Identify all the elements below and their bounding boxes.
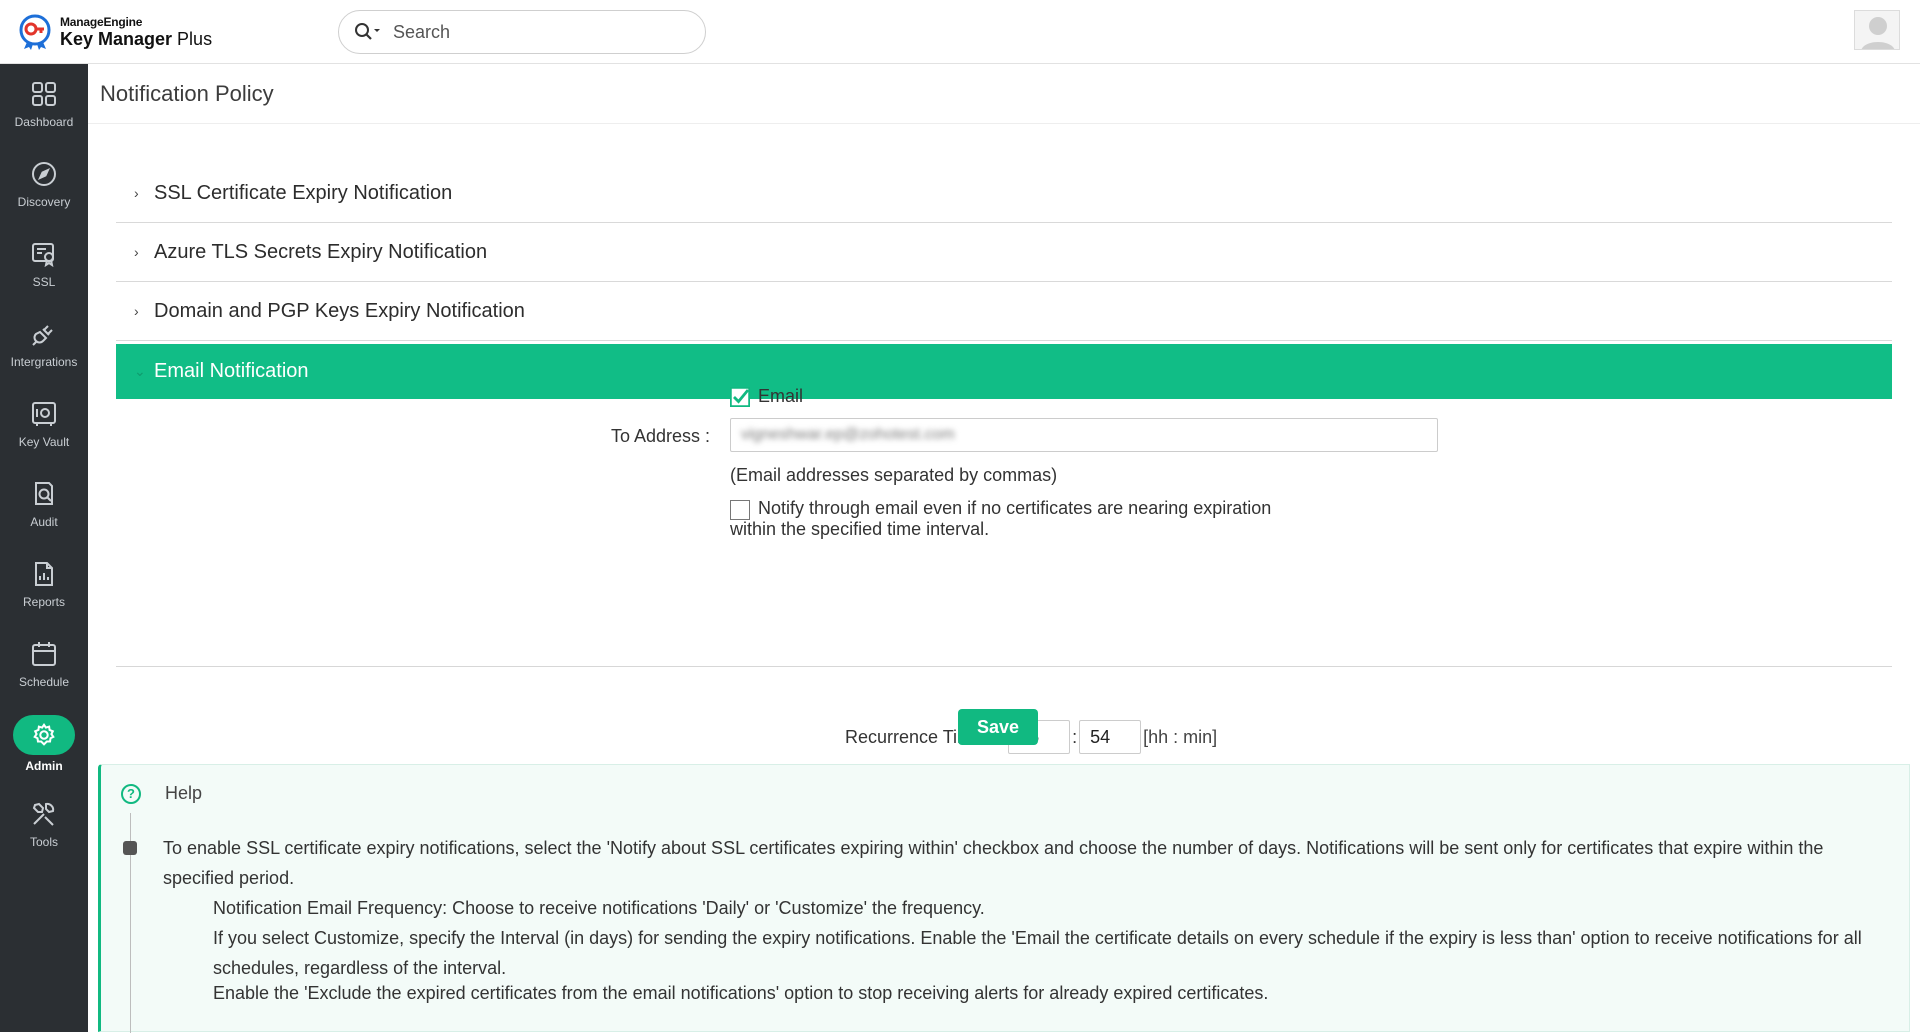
top-bar: ManageEngine Key Manager Plus — [0, 0, 1920, 64]
to-address-hint: (Email addresses separated by commas) — [730, 465, 1058, 485]
accordion-email-notification[interactable]: ⌄ Email Notification — [116, 344, 1892, 399]
sidebar-item-label: Audit — [30, 515, 58, 529]
brand-vendor: ManageEngine — [60, 15, 143, 29]
chevron-right-icon: › — [134, 303, 139, 319]
to-address-value: vigneshwar.ep@zohotest.com — [741, 426, 955, 443]
email-checkbox[interactable] — [730, 386, 750, 407]
sidebar-item-integrations[interactable]: Intergrations — [0, 304, 88, 384]
accordion-domain-pgp-expiry[interactable]: › Domain and PGP Keys Expiry Notificatio… — [116, 282, 1892, 341]
sidebar-item-label: Reports — [22, 595, 66, 609]
accordion-label: Email Notification — [154, 360, 309, 382]
help-header: ? Help — [121, 783, 202, 804]
chevron-down-icon: ⌄ — [134, 363, 146, 379]
audit-icon — [29, 479, 59, 509]
sidebar-item-audit[interactable]: Audit — [0, 464, 88, 544]
brand-product: Key Manager Plus — [60, 30, 212, 48]
help-paragraph-1: To enable SSL certificate expiry notific… — [163, 838, 1824, 888]
certificate-icon — [29, 239, 59, 269]
sidebar-item-discovery[interactable]: Discovery — [0, 144, 88, 224]
sidebar-item-label: Discovery — [17, 195, 71, 209]
report-icon — [29, 559, 59, 589]
tools-icon — [29, 799, 59, 829]
dashboard-icon — [29, 79, 59, 109]
sidebar-item-label: Tools — [29, 835, 58, 849]
accordion-label: Azure TLS Secrets Expiry Notification — [154, 240, 488, 263]
user-avatar[interactable] — [1854, 10, 1900, 50]
page-title: Notification Policy — [88, 64, 1920, 124]
chevron-right-icon: › — [134, 244, 139, 260]
brand-product-rest: Plus — [172, 29, 213, 49]
help-paragraph-2: Notification Email Frequency: Choose to … — [213, 898, 985, 918]
sidebar-item-schedule[interactable]: Schedule — [0, 624, 88, 704]
accordion-label: Domain and PGP Keys Expiry Notification — [154, 299, 525, 322]
sidebar: Dashboard Discovery SSL Intergrations Ke… — [0, 64, 88, 1032]
notify-no-expiry-checkbox[interactable] — [730, 500, 750, 520]
sidebar-item-reports[interactable]: Reports — [0, 544, 88, 624]
sidebar-item-label: Intergrations — [10, 355, 78, 369]
recurrence-minutes-input[interactable]: 54 — [1079, 720, 1142, 754]
brand[interactable]: ManageEngine Key Manager Plus — [18, 14, 212, 50]
email-checkbox-row[interactable]: Email — [730, 386, 803, 407]
notify-no-expiry-label-line1: Notify through email even if no certific… — [758, 498, 1272, 518]
chevron-right-icon: › — [134, 185, 139, 201]
to-address-input[interactable]: vigneshwar.ep@zohotest.com — [730, 418, 1438, 452]
sidebar-item-ssl[interactable]: SSL — [0, 224, 88, 304]
search-input[interactable] — [393, 21, 693, 43]
time-separator: : — [1072, 726, 1078, 747]
notify-no-expiry-row: Notify through email even if no certific… — [730, 498, 1330, 540]
email-checkbox-label: Email — [758, 386, 804, 406]
help-paragraph-4: Enable the 'Exclude the expired certific… — [213, 983, 1269, 1003]
sidebar-item-tools[interactable]: Tools — [0, 784, 88, 864]
plug-icon — [29, 319, 59, 349]
sidebar-item-label: SSL — [32, 275, 56, 289]
notify-no-expiry-label-line2: within the specified time interval. — [730, 519, 990, 539]
accordion-ssl-expiry[interactable]: › SSL Certificate Expiry Notification — [116, 164, 1892, 223]
help-title: Help — [165, 783, 203, 803]
vault-icon — [29, 399, 59, 429]
sidebar-item-label: Dashboard — [14, 115, 74, 129]
key-manager-logo-icon — [18, 14, 52, 50]
sidebar-item-key-vault[interactable]: Key Vault — [0, 384, 88, 464]
search-icon[interactable] — [353, 20, 383, 44]
global-search[interactable] — [338, 10, 706, 54]
sidebar-item-label: Schedule — [18, 675, 70, 689]
help-question-icon: ? — [121, 783, 141, 804]
main-content: Notification Policy › SSL Certificate Ex… — [88, 64, 1920, 1033]
sidebar-item-label: Key Vault — [18, 435, 70, 449]
brand-product-bold: Key Manager — [60, 29, 173, 49]
sidebar-item-dashboard[interactable]: Dashboard — [0, 64, 88, 144]
accordion-label: SSL Certificate Expiry Notification — [154, 181, 453, 204]
accordion-azure-tls-expiry[interactable]: › Azure TLS Secrets Expiry Notification — [116, 223, 1892, 282]
help-panel: ? Help To enable SSL certificate expiry … — [98, 764, 1910, 1033]
gear-icon — [13, 715, 75, 755]
recurrence-unit: [hh : min] — [1143, 726, 1218, 747]
save-button[interactable]: Save — [958, 709, 1038, 745]
calendar-icon — [29, 639, 59, 669]
form-divider — [116, 666, 1892, 667]
notification-accordion: › SSL Certificate Expiry Notification › … — [116, 164, 1892, 399]
help-paragraph-3: If you select Customize, specify the Int… — [213, 928, 1862, 978]
sidebar-item-label: Admin — [25, 759, 63, 773]
sidebar-item-admin[interactable]: Admin — [0, 704, 88, 784]
help-bullet-icon — [123, 841, 137, 855]
compass-icon — [29, 159, 59, 189]
to-address-label: To Address : — [610, 426, 710, 446]
